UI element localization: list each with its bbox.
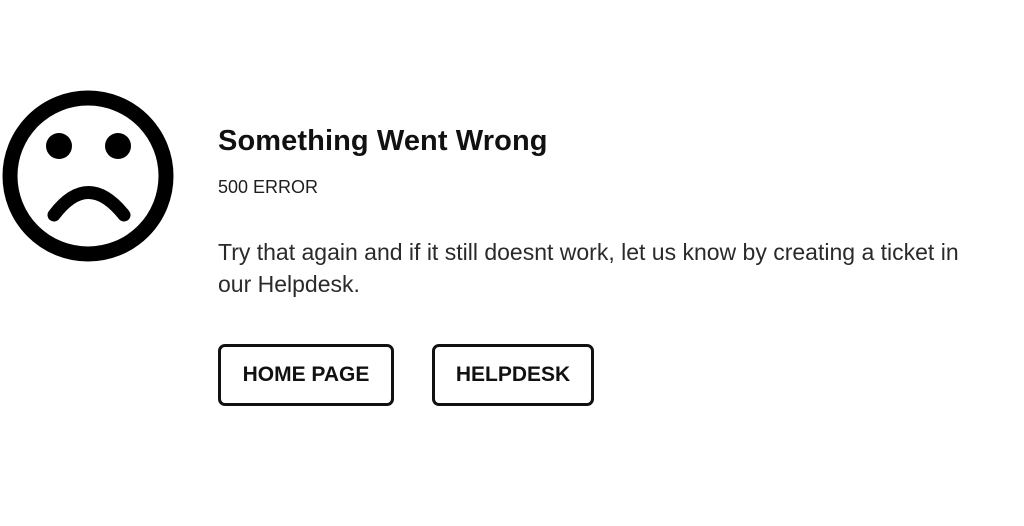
error-message: Try that again and if it still doesnt wo… [218, 239, 959, 297]
error-page: Something Went Wrong 500 ERROR Try that … [0, 0, 1024, 526]
action-buttons: HOME PAGE HELPDESK [218, 344, 998, 406]
sad-face-icon [2, 90, 174, 262]
home-page-button[interactable]: HOME PAGE [218, 344, 394, 406]
error-content: Something Went Wrong 500 ERROR Try that … [218, 122, 998, 406]
helpdesk-button[interactable]: HELPDESK [432, 344, 594, 406]
page-title: Something Went Wrong [218, 125, 548, 157]
error-code: 500 ERROR [218, 177, 319, 197]
